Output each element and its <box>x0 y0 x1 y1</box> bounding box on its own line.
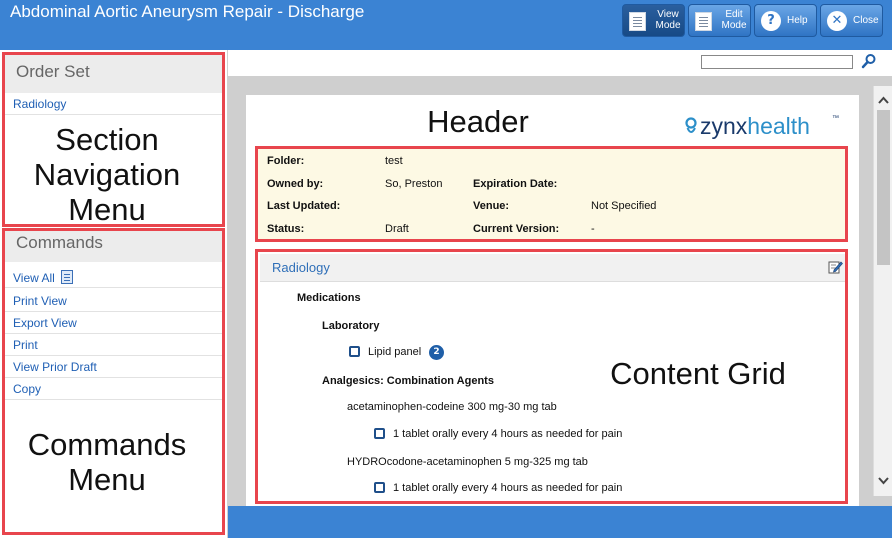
question-icon: ? <box>761 11 781 31</box>
window-title: Abdominal Aortic Aneurysm Repair - Disch… <box>10 2 365 21</box>
document-icon <box>629 12 646 31</box>
svg-text:zynxhealth: zynxhealth <box>700 113 810 139</box>
header-annotation: Header <box>427 104 529 139</box>
section-nav-annotation-line-1: Section <box>55 122 159 157</box>
scroll-thumb[interactable] <box>877 110 890 265</box>
bottom-bar <box>228 506 892 538</box>
help-button[interactable]: ? Help <box>754 4 817 37</box>
search-icon[interactable] <box>861 53 877 69</box>
section-nav-annotation-line-3: Menu <box>68 192 146 227</box>
scroll-up-icon[interactable] <box>876 92 891 108</box>
edit-mode-button[interactable]: Edit Mode <box>688 4 751 37</box>
view-mode-label-1: View <box>657 9 679 20</box>
title-bar: Abdominal Aortic Aneurysm Repair - Disch… <box>0 0 892 50</box>
zynxhealth-logo: zynxhealth ™ <box>685 113 839 139</box>
scroll-down-icon[interactable] <box>876 473 891 489</box>
commands-annotation-line-2: Menu <box>68 462 146 497</box>
section-nav-annotation-line-2: Navigation <box>33 157 181 192</box>
search-input[interactable] <box>701 55 853 69</box>
svg-text:™: ™ <box>832 115 839 122</box>
edit-mode-label-2: Mode <box>721 20 747 31</box>
info-annotation-box <box>255 146 848 242</box>
close-label: Close <box>853 15 879 26</box>
section-nav-annotation: Section Navigation Menu <box>12 122 202 227</box>
commands-annotation-line-1: Commands <box>27 427 187 462</box>
edit-mode-label-1: Edit <box>725 9 743 20</box>
commands-annotation: Commands Menu <box>12 427 202 497</box>
view-mode-button[interactable]: View Mode <box>622 4 685 37</box>
vertical-scrollbar[interactable] <box>873 86 892 496</box>
edit-document-icon <box>695 12 712 31</box>
view-mode-label-2: Mode <box>655 20 681 31</box>
content-grid-annotation: Content Grid <box>610 356 786 391</box>
help-label: Help <box>787 15 808 26</box>
close-button[interactable]: ✕ Close <box>820 4 883 37</box>
close-icon: ✕ <box>827 11 847 31</box>
